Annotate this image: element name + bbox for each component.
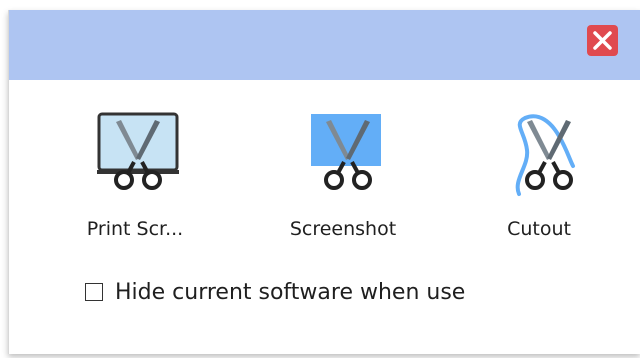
screenshot-icon <box>311 114 381 190</box>
close-button[interactable] <box>587 25 618 56</box>
cutout-label: Cutout <box>507 218 571 240</box>
hide-software-option[interactable]: Hide current software when use <box>85 278 465 306</box>
close-icon <box>593 31 612 50</box>
screenshot-button[interactable]: Screenshot <box>273 110 413 250</box>
hide-software-checkbox[interactable] <box>85 283 103 301</box>
cutout-button[interactable]: Cutout <box>469 110 609 250</box>
screenshot-label: Screenshot <box>289 218 397 240</box>
screenshot-tool-window: Print Scr... Screenshot Cutout Hide curr… <box>8 10 640 354</box>
title-bar[interactable] <box>9 10 640 80</box>
cutout-icon <box>515 114 575 196</box>
print-screen-button[interactable]: Print Scr... <box>65 110 205 250</box>
print-screen-label: Print Scr... <box>86 218 184 240</box>
print-screen-icon <box>97 112 179 190</box>
hide-software-label: Hide current software when use <box>115 279 466 305</box>
